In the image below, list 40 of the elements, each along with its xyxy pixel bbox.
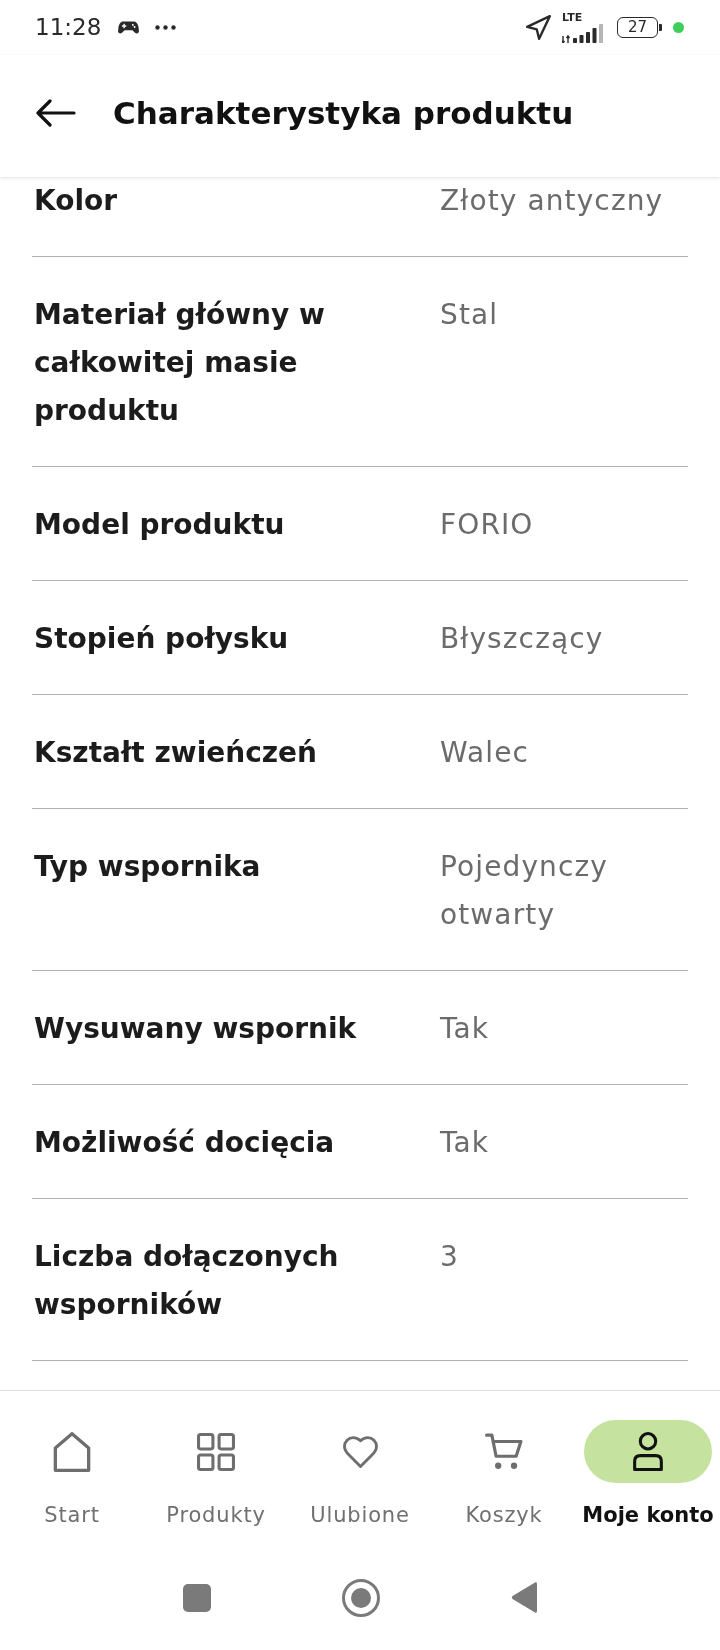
battery-level: 27 (617, 17, 658, 38)
network-type: LTE (562, 12, 583, 23)
attribute-label: Typ wspornika (33, 849, 262, 885)
nav-tab[interactable]: Koszyk (440, 1420, 568, 1545)
nav-tab[interactable]: Moje konto (582, 1420, 714, 1545)
attribute-label: Liczba dołączonych wsporników (33, 1239, 340, 1323)
square-icon[interactable] (183, 1583, 211, 1612)
attribute-value: Błyszczący (439, 621, 605, 657)
attribute-value: FORIO (439, 507, 535, 543)
gamepad-icon (118, 20, 140, 35)
circle-icon[interactable] (342, 1578, 380, 1617)
attribute-value: Tak (439, 1125, 491, 1161)
attribute-label: Model produktu (33, 507, 286, 543)
grid-icon (197, 1432, 235, 1471)
attribute-value: Tak (439, 1011, 491, 1047)
back-arrow-icon[interactable] (35, 99, 76, 127)
page-title: Charakterystyka produktu (113, 94, 574, 133)
signal-icon (562, 24, 606, 43)
attribute-label: Kształt zwieńczeń (33, 735, 318, 771)
attribute-value: Walec (439, 735, 531, 771)
attribute-value: Złoty antyczny (439, 183, 665, 219)
clock-time: 11:28 (35, 16, 102, 39)
attribute-label: Wysuwany wspornik (33, 1011, 358, 1047)
attribute-label: Możliwość docięcia (33, 1125, 336, 1161)
attribute-value: Stal (439, 297, 500, 333)
person-icon (632, 1432, 664, 1471)
attribute-label: Materiał główny w całkowitej masie produktu (33, 297, 326, 429)
cart-icon (485, 1433, 523, 1470)
house-icon (52, 1431, 92, 1472)
attribute-value: 3 (439, 1239, 460, 1275)
location-arrow-icon (526, 15, 551, 40)
nav-tab[interactable]: Start (8, 1420, 136, 1545)
more-icon (155, 25, 177, 30)
attribute-value: Pojedynczy otwarty (439, 849, 609, 933)
nav-tab[interactable]: Produkty (152, 1420, 280, 1545)
triangle-icon[interactable] (511, 1581, 537, 1614)
attribute-label: Kolor (33, 183, 119, 219)
attribute-label: Stopień połysku (33, 621, 290, 657)
nav-tab[interactable]: Ulubione (296, 1420, 424, 1545)
heart-icon (341, 1435, 379, 1468)
